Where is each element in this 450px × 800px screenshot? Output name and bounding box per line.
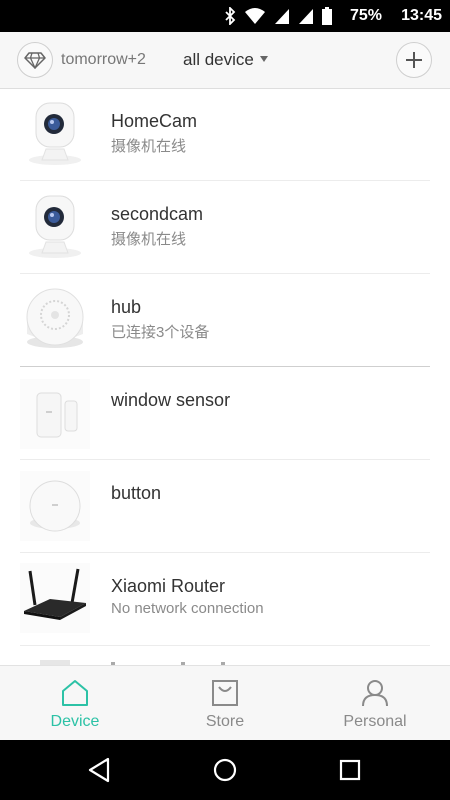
device-name: button	[111, 483, 162, 503]
tab-label: Device	[50, 713, 100, 730]
device-row[interactable]: HomeCam 摄像机在线	[0, 89, 450, 181]
tab-personal[interactable]: Personal	[300, 666, 450, 741]
add-device-button[interactable]	[396, 42, 432, 78]
signal-icon	[299, 9, 313, 24]
caret-down-icon	[259, 55, 268, 62]
diamond-icon	[24, 52, 46, 69]
account-name[interactable]: tomorrow+2	[61, 51, 146, 69]
status-bar: 75% 13:45	[0, 0, 450, 32]
person-icon	[362, 680, 388, 707]
bag-icon	[212, 680, 238, 706]
device-row[interactable]: hub 已连接3个设备	[0, 275, 450, 367]
back-icon[interactable]	[84, 755, 114, 785]
device-row[interactable]: secondcam 摄像机在线	[0, 182, 450, 274]
device-status: 摄像机在线	[111, 138, 187, 155]
window-sensor-thumbnail	[20, 379, 90, 449]
device-row[interactable]: Xiaomi Router No network connection	[0, 554, 450, 646]
home-nav-icon[interactable]	[210, 755, 240, 785]
account-button[interactable]	[17, 42, 53, 78]
device-name: HomeCam	[111, 111, 198, 131]
row-divider	[20, 552, 430, 553]
device-status: 已连接3个设备	[111, 324, 210, 341]
tab-label: Store	[205, 713, 245, 730]
signal-icon	[275, 9, 289, 24]
device-name: hub	[111, 297, 142, 317]
recents-icon[interactable]	[335, 755, 365, 785]
device-status: No network connection	[111, 600, 264, 617]
row-divider	[20, 180, 430, 181]
battery-icon	[322, 7, 332, 25]
row-divider	[20, 366, 430, 367]
home-icon	[62, 680, 88, 706]
row-divider	[20, 273, 430, 274]
device-filter-label: all device	[183, 50, 254, 69]
wifi-icon	[245, 8, 265, 24]
device-name: window sensor	[111, 390, 231, 410]
device-status: 摄像机在线	[111, 231, 187, 248]
hub-thumbnail	[26, 288, 84, 348]
row-divider	[20, 459, 430, 460]
plus-icon	[406, 52, 422, 68]
device-name: secondcam	[111, 204, 204, 224]
device-row[interactable]: button	[0, 461, 450, 553]
tab-device[interactable]: Device	[0, 666, 150, 741]
camera-thumbnail	[29, 195, 81, 258]
device-list[interactable]: HomeCam 摄像机在线 secondcam 摄像机在线 hub 已连接3个设…	[0, 89, 450, 665]
system-nav-bar	[0, 740, 450, 800]
device-name: Xiaomi Router	[111, 576, 226, 596]
tab-store[interactable]: Store	[150, 666, 300, 741]
bluetooth-icon	[225, 7, 236, 25]
device-row[interactable]: window sensor	[0, 368, 450, 460]
battery-percent: 75%	[349, 7, 382, 24]
device-thumbnail-partial	[40, 660, 70, 665]
tab-label: Personal	[343, 713, 407, 730]
bottom-tab-bar: Device Store Personal	[0, 665, 450, 741]
device-row-partial[interactable]	[0, 640, 450, 665]
router-thumbnail	[20, 563, 90, 633]
clock: 13:45	[401, 7, 442, 24]
device-filter-dropdown[interactable]: all device	[183, 50, 268, 70]
app-header: tomorrow+2 all device	[0, 32, 450, 89]
button-thumbnail	[20, 471, 90, 541]
camera-thumbnail	[29, 102, 81, 165]
